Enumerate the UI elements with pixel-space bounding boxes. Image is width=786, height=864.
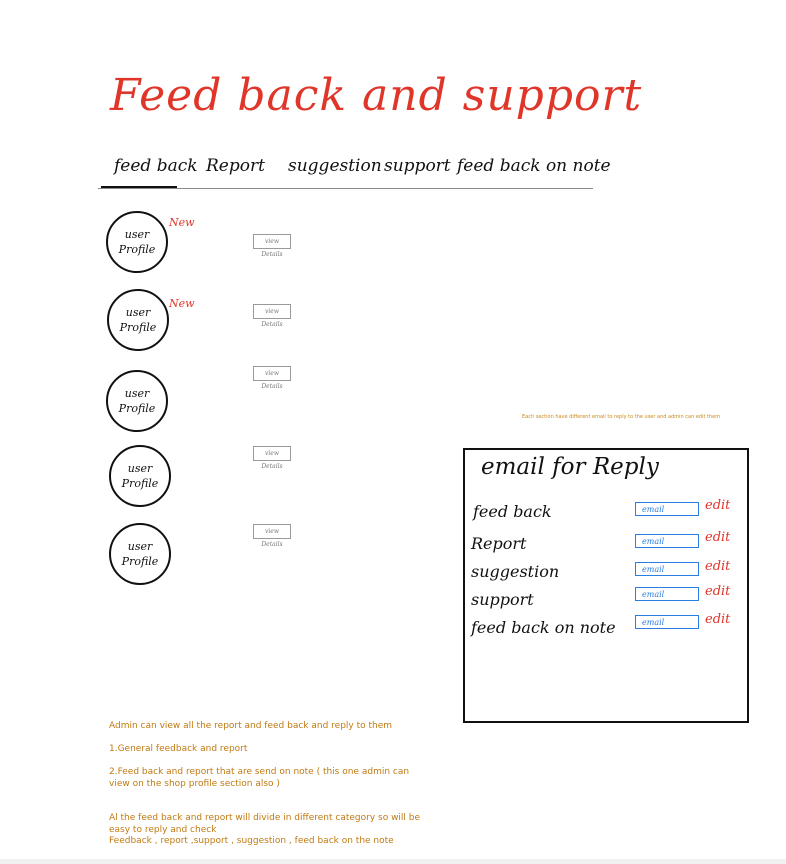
email-for-reply-panel: email for Reply feed back email edit Rep… — [463, 448, 749, 723]
tabs-divider — [98, 188, 593, 189]
email-field-support[interactable]: email — [635, 587, 699, 601]
tab-suggestion[interactable]: suggestion — [288, 156, 382, 176]
bottom-strip — [0, 859, 786, 864]
view-details-button[interactable]: view Details — [253, 304, 291, 328]
note-feedback-on-note-line2: view on the shop profile section also ) — [109, 779, 280, 789]
user-profile-avatar[interactable]: user Profile — [107, 289, 169, 351]
page-title: Feed back and support — [110, 70, 643, 121]
view-details-button[interactable]: view Details — [253, 234, 291, 258]
view-details-button[interactable]: view Details — [253, 446, 291, 470]
edit-link-feed-back[interactable]: edit — [705, 498, 730, 513]
email-row-label-feed-back-on-note: feed back on note — [471, 618, 616, 637]
email-row-label-report: Report — [471, 534, 527, 553]
email-field-feed-back-on-note[interactable]: email — [635, 615, 699, 629]
email-row-label-suggestion: suggestion — [471, 562, 560, 581]
user-profile-avatar[interactable]: user Profile — [109, 523, 171, 585]
email-panel-title: email for Reply — [481, 454, 659, 480]
avatar-label-bottom: Profile — [119, 321, 157, 334]
new-badge: New — [169, 216, 195, 229]
email-row-label-feed-back: feed back — [473, 502, 552, 521]
email-row-label-support: support — [471, 590, 534, 609]
edit-link-report[interactable]: edit — [705, 530, 730, 545]
avatar-label-top: user — [124, 228, 150, 241]
new-badge: New — [169, 297, 195, 310]
email-field-report[interactable]: email — [635, 534, 699, 548]
note-general-feedback: 1.General feedback and report — [109, 744, 248, 754]
avatar-label-bottom: Profile — [121, 477, 159, 490]
admin-note: Admin can view all the report and feed b… — [109, 721, 393, 731]
avatar-label-bottom: Profile — [118, 243, 156, 256]
view-details-button[interactable]: view Details — [253, 366, 291, 390]
section-email-note: Each section have different email to rep… — [522, 414, 721, 420]
view-details-button[interactable]: view Details — [253, 524, 291, 548]
avatar-label-bottom: Profile — [118, 402, 156, 415]
avatar-label-top: user — [125, 306, 151, 319]
edit-link-support[interactable]: edit — [705, 584, 730, 599]
tab-support[interactable]: support — [384, 156, 451, 176]
email-field-suggestion[interactable]: email — [635, 562, 699, 576]
tab-report[interactable]: Report — [206, 156, 265, 176]
user-profile-avatar[interactable]: user Profile — [106, 211, 168, 273]
avatar-label-top: user — [124, 387, 150, 400]
avatar-label-top: user — [127, 462, 153, 475]
user-profile-avatar[interactable]: user Profile — [106, 370, 168, 432]
note-categories-line1: Al the feed back and report will divide … — [109, 813, 421, 823]
note-categories-line3: Feedback , report ,support , suggestion … — [109, 836, 394, 846]
avatar-label-top: user — [127, 540, 153, 553]
note-categories-line2: easy to reply and check — [109, 825, 217, 835]
edit-link-feed-back-on-note[interactable]: edit — [705, 612, 730, 627]
user-profile-avatar[interactable]: user Profile — [109, 445, 171, 507]
tab-feed-back[interactable]: feed back — [114, 156, 198, 176]
avatar-label-bottom: Profile — [121, 555, 159, 568]
note-feedback-on-note-line1: 2.Feed back and report that are send on … — [109, 767, 410, 777]
edit-link-suggestion[interactable]: edit — [705, 559, 730, 574]
tab-feed-back-on-note[interactable]: feed back on note — [457, 156, 611, 176]
email-field-feed-back[interactable]: email — [635, 502, 699, 516]
